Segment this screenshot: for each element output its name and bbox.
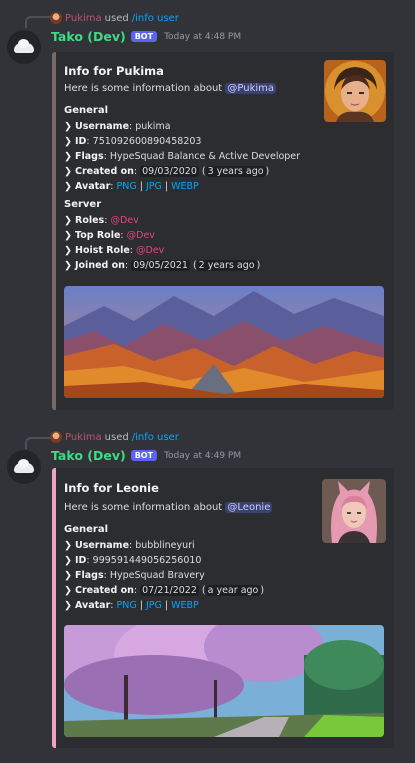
bot-avatar[interactable] <box>7 450 41 484</box>
field-joined-on: ❯ Joined on: 09/05/2021 (2 years ago) <box>64 260 261 271</box>
created-date[interactable]: 07/21/2022 <box>140 585 199 596</box>
created-date[interactable]: 09/03/2020 <box>140 166 199 177</box>
chevron-right-icon: ❯ <box>64 600 72 611</box>
avatar-png-link[interactable]: PNG <box>117 181 137 192</box>
reply-connector <box>25 16 51 28</box>
message-header: Tako (Dev) BOT Today at 4:48 PM <box>51 29 241 44</box>
chevron-right-icon: ❯ <box>64 136 72 147</box>
field-flags: ❯ Flags: HypeSquad Balance & Active Deve… <box>64 151 301 162</box>
field-top-role: ❯ Top Role: @Dev <box>64 230 155 241</box>
chevron-right-icon: ❯ <box>64 570 72 581</box>
replied-user-avatar-icon[interactable] <box>50 431 62 443</box>
user-info-embed: Info for Pukima Here is some information… <box>52 52 394 410</box>
field-created-on: ❯ Created on: 09/03/2020 (3 years ago) <box>64 166 270 177</box>
field-hoist-role: ❯ Hoist Role: @Dev <box>64 245 165 256</box>
bot-avatar[interactable] <box>7 30 41 64</box>
role-mention[interactable]: @Dev <box>136 245 164 256</box>
embed-title: Info for Pukima <box>64 64 164 78</box>
chevron-right-icon: ❯ <box>64 181 72 192</box>
chevron-right-icon: ❯ <box>64 121 72 132</box>
replied-user-name[interactable]: Pukima <box>65 13 102 24</box>
avatar-png-link[interactable]: PNG <box>117 600 137 611</box>
chevron-right-icon: ❯ <box>64 540 72 551</box>
embed-description: Here is some information about @Pukima <box>64 83 277 94</box>
field-roles: ❯ Roles: @Dev <box>64 215 139 226</box>
embed-title: Info for Leonie <box>64 481 159 495</box>
chevron-right-icon: ❯ <box>64 230 72 241</box>
chevron-right-icon: ❯ <box>64 166 72 177</box>
reply-connector <box>25 437 51 449</box>
message-2: Pukima used /info user Tako (Dev) BOT To… <box>0 410 415 763</box>
reply-used-text: used <box>104 12 129 24</box>
chevron-right-icon: ❯ <box>64 151 72 162</box>
slash-command-link[interactable]: /info user <box>132 13 179 24</box>
timestamp[interactable]: Today at 4:49 PM <box>164 451 241 461</box>
message-header: Tako (Dev) BOT Today at 4:49 PM <box>51 448 241 463</box>
general-heading: General <box>64 105 108 116</box>
chevron-right-icon: ❯ <box>64 260 72 271</box>
bot-badge: BOT <box>130 450 158 461</box>
reply-context[interactable]: Pukima used /info user <box>50 429 179 445</box>
server-heading: Server <box>64 199 102 210</box>
field-id: ❯ ID: 751092600890458203 <box>64 136 202 147</box>
profile-banner-image[interactable] <box>64 286 384 398</box>
field-username: ❯ Username: bubblineyuri <box>64 540 195 551</box>
message-1: Pukima used /info user Tako (Dev) BOT To… <box>0 0 415 410</box>
embed-thumbnail-avatar[interactable] <box>324 60 386 122</box>
embed-description: Here is some information about @Leonie <box>64 502 273 513</box>
timestamp[interactable]: Today at 4:48 PM <box>164 32 241 42</box>
user-mention[interactable]: @Pukima <box>225 83 277 94</box>
author-name[interactable]: Tako (Dev) <box>51 29 126 44</box>
slash-command-link[interactable]: /info user <box>132 432 179 443</box>
author-name[interactable]: Tako (Dev) <box>51 448 126 463</box>
field-avatar: ❯ Avatar: PNG | JPG | WEBP <box>64 600 199 611</box>
chevron-right-icon: ❯ <box>64 555 72 566</box>
field-avatar: ❯ Avatar: PNG | JPG | WEBP <box>64 181 199 192</box>
field-id: ❯ ID: 999591449056256010 <box>64 555 202 566</box>
avatar-jpg-link[interactable]: JPG <box>146 600 162 611</box>
avatar-jpg-link[interactable]: JPG <box>146 181 162 192</box>
reply-used-text: used <box>104 431 129 443</box>
user-info-embed: Info for Leonie Here is some information… <box>52 468 394 748</box>
field-flags: ❯ Flags: HypeSquad Bravery <box>64 570 205 581</box>
avatar-webp-link[interactable]: WEBP <box>171 600 199 611</box>
user-mention[interactable]: @Leonie <box>225 502 273 513</box>
profile-banner-image[interactable] <box>64 625 384 737</box>
embed-thumbnail-avatar[interactable] <box>322 479 386 543</box>
chevron-right-icon: ❯ <box>64 215 72 226</box>
bot-badge: BOT <box>130 31 158 42</box>
role-mention[interactable]: @Dev <box>110 215 138 226</box>
replied-user-avatar-icon[interactable] <box>50 12 62 24</box>
general-heading: General <box>64 524 108 535</box>
field-username: ❯ Username: pukima <box>64 121 171 132</box>
chevron-right-icon: ❯ <box>64 245 72 256</box>
joined-date[interactable]: 09/05/2021 <box>131 260 190 271</box>
avatar-webp-link[interactable]: WEBP <box>171 181 199 192</box>
role-mention[interactable]: @Dev <box>127 230 155 241</box>
chevron-right-icon: ❯ <box>64 585 72 596</box>
replied-user-name[interactable]: Pukima <box>65 432 102 443</box>
reply-context[interactable]: Pukima used /info user <box>50 10 179 26</box>
field-created-on: ❯ Created on: 07/21/2022 (a year ago) <box>64 585 265 596</box>
